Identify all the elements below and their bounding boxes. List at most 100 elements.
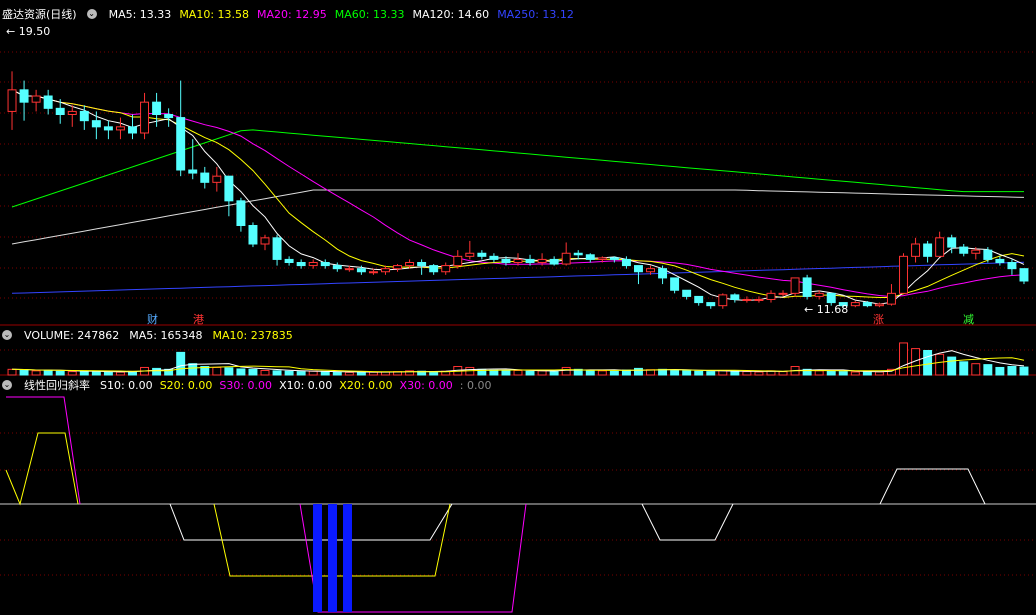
event-tag-reduce[interactable]: 减 [963,311,974,327]
volume-bar [694,370,704,376]
high-price-marker: ← 19.50 [6,25,51,38]
volume-bar [320,371,330,376]
volume-bar [742,371,752,376]
volume-bar [899,342,908,376]
event-tag-finance[interactable]: 财 [147,311,158,327]
indicator-header: ⌄ 线性回归斜率 S10: 0.00 S20: 0.00 S30: 0.00 X10:… [0,378,1036,392]
candle-body [874,303,884,307]
volume-value: VOLUME: 247862 [24,328,120,342]
candle-body [862,302,872,307]
candle-body [272,237,282,260]
volume-bar [874,371,884,376]
x10-line [169,503,453,541]
volume-bar [43,369,53,376]
candle-body [320,262,330,267]
indicator-legend-item: X20: 0.00 [339,378,393,392]
candle-body [826,292,836,304]
candle-body [899,255,908,294]
candle-body [766,292,776,301]
candle-body [633,265,643,273]
indicator-legend: S10: 0.00 S20: 0.00 S30: 0.00 X10: 0.00 X20:… [100,379,491,392]
candle-body [658,268,668,279]
volume-toggle-icon[interactable]: ⌄ [2,330,12,340]
volume-bar [670,369,680,376]
candle-body [561,252,571,265]
candle-body [814,292,824,297]
high-price-value: 19.50 [18,25,51,38]
volume-bar [923,349,933,376]
indicator-legend-item: S30: 0.00 [219,378,273,392]
volume-bar [188,363,198,376]
volume-bar [537,370,547,376]
candle-body [79,110,89,122]
indicator-legend-item: X30: 0.00 [399,378,453,392]
candle-body [248,225,258,245]
volume-bar [754,371,764,376]
low-price-value: 11.68 [816,303,849,316]
s30-line [6,396,81,505]
volume-bar [260,369,270,376]
volume-bar [585,369,595,376]
volume-bar [959,361,969,376]
event-tag-rise[interactable]: 涨 [873,311,884,327]
candle-body [308,262,318,267]
volume-bar [525,370,535,376]
candle-body [115,126,125,131]
volume-bar [1007,366,1017,376]
candle-body [923,243,933,257]
candle-body [1019,268,1029,282]
ma5-line [11,89,1025,305]
indicator-legend-item: S10: 0.00 [100,378,153,392]
indicator-legend-item: X10: 0.00 [279,378,333,392]
candle-body [91,120,101,128]
candle-body [212,175,222,183]
volume-bar [67,371,77,376]
indicator-signal-bar [313,504,322,612]
candle-body [730,294,740,300]
candle-body [886,292,896,305]
volume-bar [103,371,113,376]
candle-body [694,295,704,304]
candle-body [778,292,788,295]
volume-bar [826,370,836,376]
ma120-line [11,189,1025,245]
candle-body [670,277,680,291]
candle-body [224,175,234,202]
volume-bar [995,366,1005,376]
candle-body [103,126,113,131]
candle-body [441,265,451,273]
volume-bar [850,371,860,376]
candle-body [489,255,499,260]
candle-body [718,294,728,307]
indicator-signal-bar [343,504,352,612]
volume-bar [79,370,89,376]
candle-body [176,117,186,171]
volume-bar [513,369,523,376]
volume-header: ⌄ VOLUME: 247862 MA5: 165348 MA10: 23783… [0,328,1036,342]
candle-body [850,302,860,307]
chart-canvas[interactable] [0,0,1036,615]
volume-bar [115,371,125,376]
s10-line [879,468,986,505]
indicator-title: 线性回归斜率 [24,379,90,392]
volume-ma5-line [11,350,1025,373]
candle-body [609,257,619,260]
candle-body [646,268,655,273]
main-chart-header: 盛达资源(日线) ⌄ MA5: 13.33 MA10: 13.58 MA20: 12… [0,7,1036,22]
indicator-legend-item: S20: 0.00 [159,378,213,392]
volume-bar [609,370,619,376]
volume-bar [248,368,258,376]
candle-body [742,299,752,301]
candle-body [429,265,439,273]
ma-legend-item: MA5: 13.33 [108,7,172,21]
volume-bar [501,370,511,376]
s20-line [5,432,79,506]
indicator-panel-toggle-icon[interactable]: ⌄ [2,380,12,390]
event-tag-hk[interactable]: 港 [193,311,204,327]
volume-bar [983,364,993,376]
indicator-toggle-icon[interactable]: ⌄ [86,9,97,19]
volume-bar [19,369,29,376]
candle-body [152,101,162,115]
candle-body [31,95,41,103]
volume-bar [284,370,294,376]
